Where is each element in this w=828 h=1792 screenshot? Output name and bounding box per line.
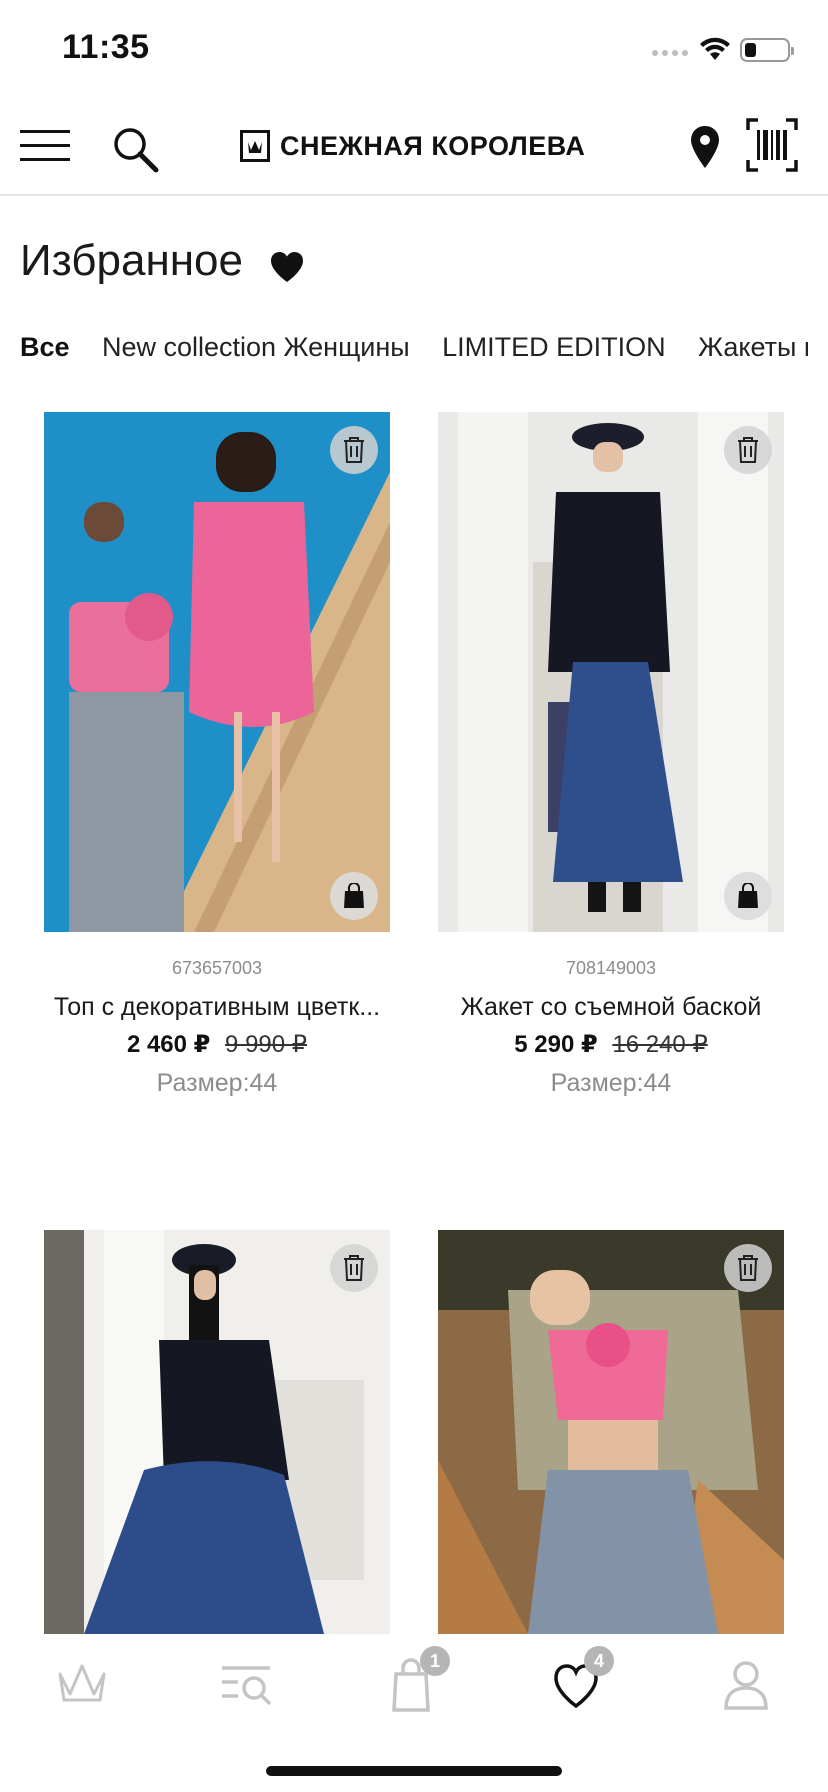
product-image[interactable] [438,1230,784,1634]
location-pin-icon[interactable] [688,124,722,170]
status-bar: 11:35 [0,0,828,100]
nav-catalog[interactable] [216,1654,276,1714]
page-title-row: Избранное [20,236,305,286]
cellular-signal-icon [652,50,688,56]
shopping-bag-icon [738,883,758,908]
barcode-icon[interactable] [746,118,798,172]
product-card[interactable]: 673657003 Топ с декоративным цветк... 2 … [44,412,390,1098]
favorites-count-badge: 4 [584,1646,614,1676]
add-to-cart-button[interactable] [330,872,378,920]
product-old-price: 9 990 ₽ [225,1031,308,1058]
product-name[interactable]: Топ с декоративным цветк... [44,993,390,1022]
tab-new-collection-women[interactable]: New collection Женщины [102,332,410,363]
nav-cart[interactable]: 1 [386,1646,450,1714]
product-sku: 708149003 [565,958,657,978]
shopping-bag-icon [344,883,364,908]
search-icon[interactable] [108,122,162,176]
navy-jacket-cap-photo [44,1230,390,1634]
remove-from-favorites-button[interactable] [724,426,772,474]
product-card[interactable] [438,1230,784,1634]
trash-icon [344,1255,364,1281]
product-prices: 5 290 ₽ 16 240 ₽ [438,1030,784,1059]
menu-icon[interactable] [20,128,70,164]
product-price: 5 290 ₽ [514,1031,598,1058]
category-tabs: Все New collection Женщины LIMITED EDITI… [20,332,808,372]
app-header: СНЕЖНАЯ КОРОЛЕВА [0,100,828,196]
battery-level [745,43,756,57]
add-to-cart-button[interactable] [724,872,772,920]
navy-jacket-denim-skirt-photo [438,412,784,932]
product-size: Размер:44 [156,1069,278,1097]
remove-from-favorites-button[interactable] [330,1244,378,1292]
remove-from-favorites-button[interactable] [724,1244,772,1292]
nav-favorites[interactable]: 4 [550,1646,614,1714]
product-card[interactable]: 708149003 Жакет со съемной баской 5 290 … [438,412,784,1098]
wifi-icon [700,37,730,60]
crown-icon [58,1664,106,1702]
remove-from-favorites-button[interactable] [330,426,378,474]
catalog-search-icon [222,1666,272,1706]
product-card[interactable] [44,1230,390,1634]
tab-limited-edition[interactable]: LIMITED EDITION [442,332,666,363]
cart-count-badge: 1 [420,1646,450,1676]
product-image[interactable] [438,412,784,932]
nav-home[interactable] [52,1654,112,1714]
page-title: Избранное [20,236,243,285]
product-old-price: 16 240 ₽ [612,1031,708,1058]
nav-profile[interactable] [716,1654,776,1714]
trash-icon [344,437,364,463]
product-price: 2 460 ₽ [126,1031,211,1058]
tab-jackets[interactable]: Жакеты и [698,332,808,363]
product-image[interactable] [44,412,390,932]
product-size: Размер:44 [550,1069,672,1097]
battery-icon [740,38,794,62]
profile-icon [724,1661,768,1710]
home-indicator[interactable] [266,1766,562,1776]
pink-top-sunbathing-photo [438,1230,784,1634]
product-prices: 2 460 ₽ 9 990 ₽ [44,1030,390,1059]
tab-all[interactable]: Все [20,332,70,363]
brand-name: СНЕЖНАЯ КОРОЛЕВА [280,130,586,161]
product-image[interactable] [44,1230,390,1634]
crown-logo-icon [240,130,270,162]
brand-logo[interactable]: СНЕЖНАЯ КОРОЛЕВА [240,130,585,162]
pink-top-poolside-photo [44,412,390,932]
heart-filled-icon [271,252,303,282]
product-sku: 673657003 [171,958,263,978]
product-name[interactable]: Жакет со съемной баской [438,993,784,1022]
status-time: 11:35 [62,28,150,66]
trash-icon [738,437,758,463]
trash-icon [738,1255,758,1281]
